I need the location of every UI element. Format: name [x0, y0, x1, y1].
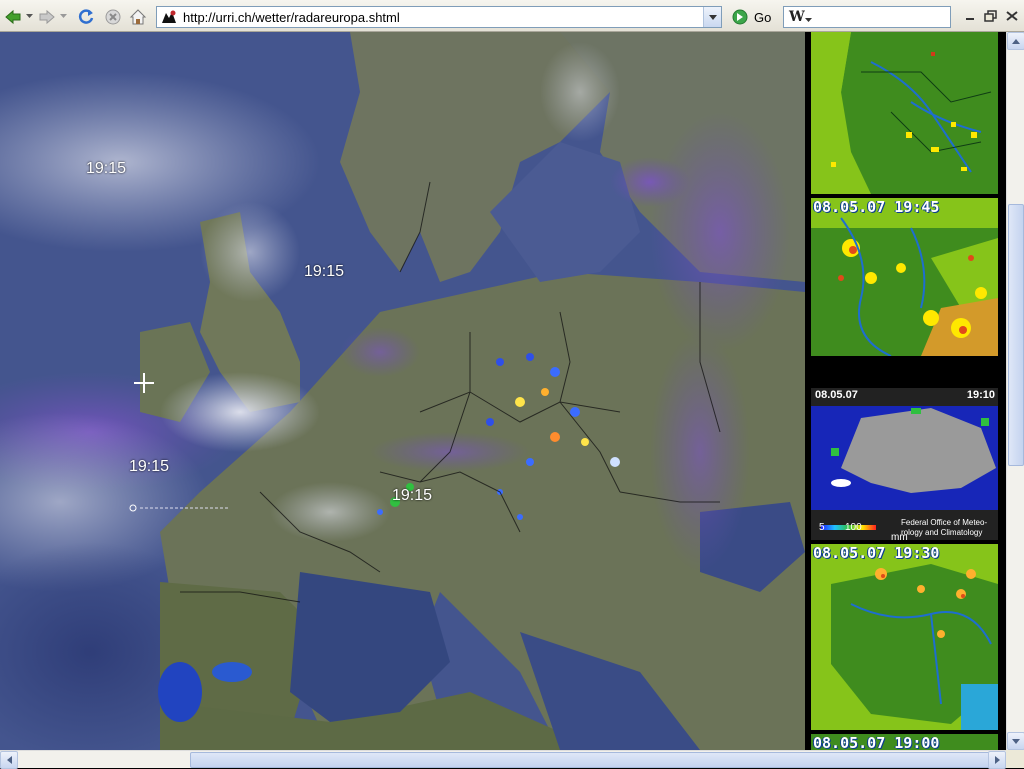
bottom-radar-map[interactable]: 08.05.07 19:00: [811, 734, 998, 750]
home-button[interactable]: [128, 7, 148, 27]
germany-radar-map[interactable]: 08.05.07 19:45: [811, 198, 998, 356]
browser-toolbar: Go W: [0, 0, 1024, 32]
scrollbar-corner: [1006, 750, 1024, 768]
germany-timestamp: 08.05.07 19:45: [813, 198, 940, 216]
swiss-credit: Federal Office of Meteo-rology and Clima…: [901, 518, 988, 537]
scroll-left-button[interactable]: [0, 751, 18, 769]
search-box[interactable]: W: [783, 6, 951, 28]
europe-map-image: [0, 32, 805, 750]
go-arrow-icon: [732, 9, 748, 25]
vertical-scroll-thumb[interactable]: [1008, 204, 1024, 466]
search-engine-dropdown-icon[interactable]: [805, 18, 812, 22]
forward-arrow-icon: [39, 9, 55, 25]
page-content: 19:15 19:15 19:15 19:15 08.05.07 19:45 0…: [0, 32, 1006, 750]
france-radar-map[interactable]: 08.05.07 19:30: [811, 544, 998, 730]
chevron-right-icon: [994, 756, 1000, 764]
home-icon: [129, 9, 147, 25]
minimize-icon[interactable]: [963, 10, 977, 22]
swiss-time: 19:10: [966, 389, 995, 401]
scroll-down-button[interactable]: [1007, 732, 1024, 750]
france-timestamp: 08.05.07 19:30: [813, 544, 940, 562]
address-dropdown-button[interactable]: [703, 7, 721, 27]
site-favicon-icon: [160, 9, 178, 25]
benelux-radar-map[interactable]: [811, 32, 998, 194]
map-time-label: 19:15: [304, 263, 345, 280]
forward-dropdown-icon[interactable]: [60, 14, 67, 19]
forward-button[interactable]: [37, 7, 57, 27]
restore-icon[interactable]: [984, 10, 998, 22]
wikipedia-engine-icon[interactable]: W: [789, 9, 805, 25]
reload-icon: [78, 9, 94, 24]
chevron-left-icon: [6, 756, 12, 764]
france-map-image: [811, 544, 998, 730]
go-label: Go: [754, 9, 772, 25]
scroll-up-button[interactable]: [1007, 32, 1024, 50]
back-dropdown-icon[interactable]: [26, 14, 33, 19]
national-radar-panel: 08.05.07 19:45 08.05.07 19:10 5 100 mm F…: [805, 32, 1006, 750]
benelux-map-image: [811, 32, 998, 194]
europe-radar-map[interactable]: 19:15 19:15 19:15 19:15: [0, 32, 805, 750]
horizontal-scroll-thumb[interactable]: [190, 752, 995, 768]
map-time-label: 19:15: [129, 458, 170, 475]
bottom-timestamp: 08.05.07 19:00: [813, 734, 940, 750]
swiss-legend-low: 5: [819, 522, 825, 533]
stop-icon: [105, 9, 121, 25]
address-bar[interactable]: [156, 6, 722, 28]
scroll-right-button[interactable]: [988, 751, 1006, 769]
vertical-scrollbar[interactable]: [1006, 32, 1024, 750]
map-time-label: 19:15: [86, 160, 127, 177]
chevron-down-icon: [1012, 738, 1020, 744]
search-input[interactable]: [818, 9, 946, 25]
swiss-radar-map[interactable]: 08.05.07 19:10 5 100 mm Federal Office o…: [811, 388, 998, 540]
swiss-legend-high: 100: [845, 522, 862, 533]
horizontal-scrollbar[interactable]: [0, 750, 1006, 769]
go-button[interactable]: Go: [732, 7, 771, 27]
back-button[interactable]: [3, 7, 23, 27]
reload-button[interactable]: [76, 7, 96, 27]
germany-map-image: [811, 198, 998, 356]
back-arrow-icon: [5, 9, 21, 25]
close-icon[interactable]: [1005, 10, 1019, 22]
chevron-down-icon: [708, 14, 717, 20]
map-time-label: 19:15: [392, 487, 433, 504]
swiss-date: 08.05.07: [815, 389, 858, 401]
chevron-up-icon: [1012, 38, 1020, 44]
stop-button[interactable]: [103, 7, 123, 27]
url-input[interactable]: [183, 9, 693, 25]
